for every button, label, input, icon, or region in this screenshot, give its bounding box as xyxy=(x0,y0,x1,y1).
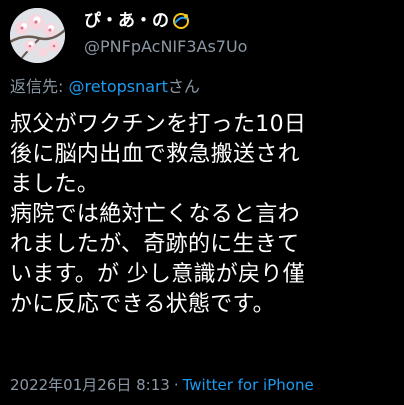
reply-prefix: 返信先: xyxy=(10,77,69,96)
tweet-meta: 2022年01月26日 8:13 · Twitter for iPhone xyxy=(10,374,314,396)
tweet-source-link[interactable]: Twitter for iPhone xyxy=(183,376,314,394)
tweet-timestamp[interactable]: 2022年01月26日 8:13 xyxy=(10,376,170,394)
reply-suffix: さん xyxy=(167,77,200,96)
cherry-blossom-avatar-icon xyxy=(10,8,65,63)
tweet-card: ぴ・あ・の @PNFpAcNIF3As7Uo 返信先: @retopsnartさ… xyxy=(0,0,404,405)
tweet-text: 叔父がワクチンを打った10日 後に脳内出血で救急搬送され ました。 病院では絶対… xyxy=(10,112,307,317)
author-info: ぴ・あ・の @PNFpAcNIF3As7Uo xyxy=(84,10,384,58)
display-name-text[interactable]: ぴ・あ・の xyxy=(84,10,169,32)
user-handle[interactable]: @PNFpAcNIF3As7Uo xyxy=(84,36,384,58)
tweet-header: ぴ・あ・の @PNFpAcNIF3As7Uo xyxy=(10,4,400,66)
tweet-date: 2022年01月26日 xyxy=(10,376,132,394)
avatar[interactable] xyxy=(10,8,65,63)
meta-separator: · xyxy=(173,376,179,394)
display-name[interactable]: ぴ・あ・の xyxy=(84,10,191,32)
dizzy-emoji-icon xyxy=(171,11,191,31)
reply-target-link[interactable]: @retopsnart xyxy=(68,77,167,96)
reply-context: 返信先: @retopsnartさん xyxy=(10,76,200,98)
tweet-time: 8:13 xyxy=(136,376,170,394)
